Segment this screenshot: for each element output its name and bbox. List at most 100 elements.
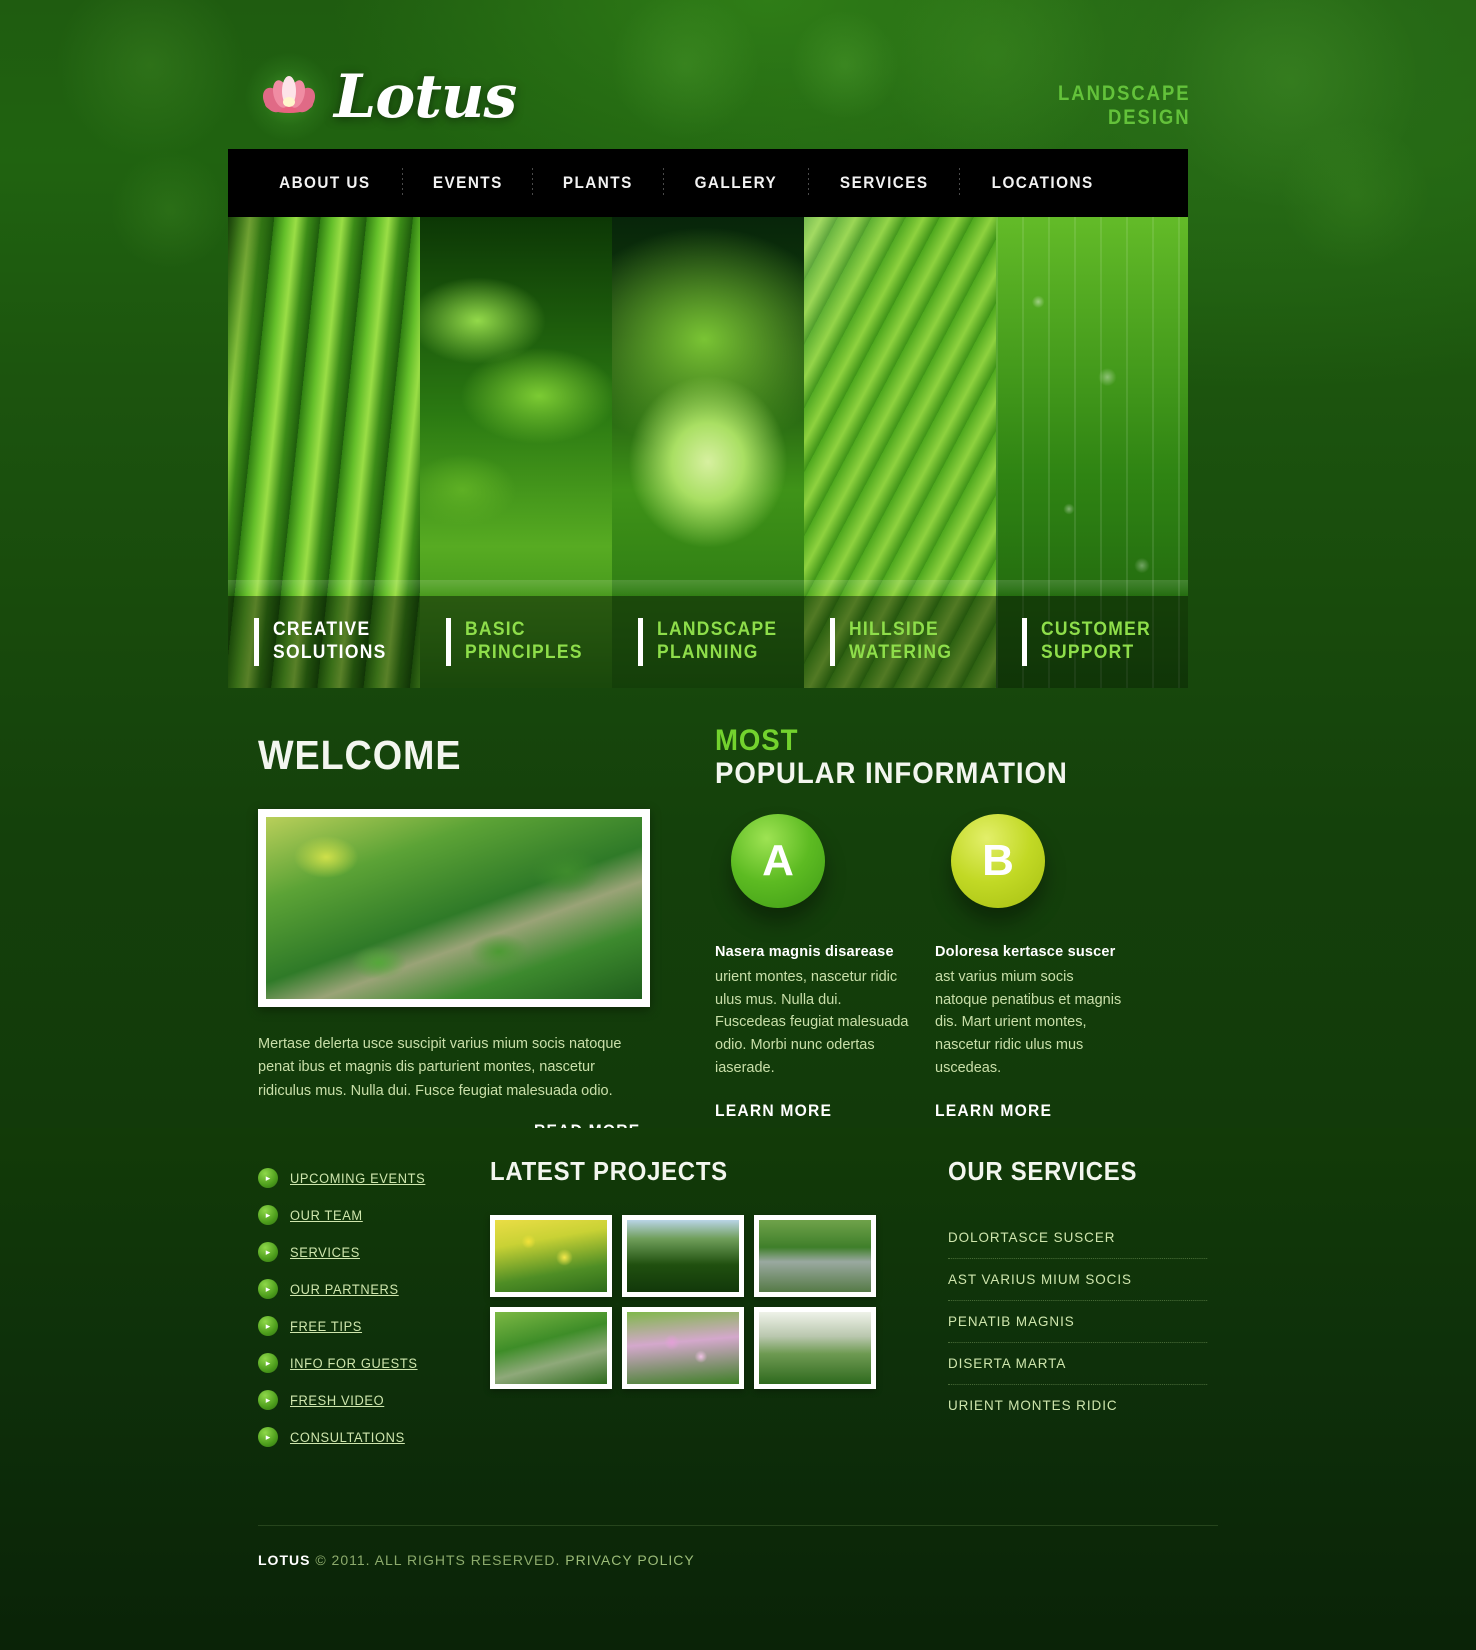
project-thumb-pond-garden[interactable] (490, 1307, 612, 1389)
caption-line-1: CREATIVE (273, 619, 371, 640)
arrow-right-icon: ▸ (258, 1168, 278, 1188)
site-header: Lotus LANDSCAPE DESIGN (0, 0, 1476, 150)
arrow-right-icon: ▸ (258, 1316, 278, 1336)
latest-projects-section: LATEST PROJECTS (490, 1156, 910, 1389)
services-list: DOLORTASCE SUSCER AST VARIUS MIUM SOCIS … (948, 1217, 1218, 1426)
slide-customer-support[interactable]: CUSTOMER SUPPORT (996, 217, 1188, 688)
footer-link-label: OUR PARTNERS (290, 1281, 399, 1297)
nav-item-plants[interactable]: PLANTS (540, 173, 657, 193)
badge-b[interactable]: B (951, 814, 1045, 909)
caption-line-1: CUSTOMER (1041, 619, 1152, 640)
nav-item-services[interactable]: SERVICES (816, 173, 951, 193)
project-thumb-park-landscape[interactable] (622, 1215, 744, 1297)
lotus-flower-icon (244, 52, 334, 142)
copyright-bar: LOTUS © 2011. ALL RIGHTS RESERVED. PRIVA… (258, 1525, 1218, 1568)
slide-landscape-planning[interactable]: LANDSCAPE PLANNING (612, 217, 804, 688)
caption-line-1: HILLSIDE (849, 619, 939, 640)
our-services-heading: OUR SERVICES (948, 1156, 1138, 1186)
service-item-dolortasce-suscer[interactable]: DOLORTASCE SUSCER (948, 1217, 1208, 1259)
nav-item-events[interactable]: EVENTS (409, 173, 526, 193)
footer-link-label: OUR TEAM (290, 1207, 363, 1223)
service-item-ast-varius-mium-socis[interactable]: AST VARIUS MIUM SOCIS (948, 1259, 1208, 1301)
column-a-title: Nasera magnis disarease (715, 944, 894, 961)
footer-link-fresh-video[interactable]: ▸ FRESH VIDEO (258, 1390, 458, 1410)
thumbnail-image (495, 1220, 607, 1292)
arrow-right-icon: ▸ (258, 1427, 278, 1447)
footer-quick-links: ▸ UPCOMING EVENTS ▸ OUR TEAM ▸ SERVICES … (258, 1168, 458, 1464)
nav-separator (807, 168, 809, 198)
service-item-penatib-magnis[interactable]: PENATIB MAGNIS (948, 1301, 1208, 1343)
tagline-line-2: DESIGN (1107, 105, 1190, 129)
learn-more-link-b[interactable]: LEARN MORE (935, 1101, 1052, 1121)
site-tagline: LANDSCAPE DESIGN (1058, 82, 1190, 129)
nav-item-locations[interactable]: LOCATIONS (968, 173, 1117, 193)
caption-bar-icon (1022, 618, 1027, 666)
thumbnail-image (495, 1312, 607, 1384)
welcome-section: WELCOME Mertase delerta usce suscipit va… (258, 732, 678, 1141)
learn-more-link-a[interactable]: LEARN MORE (715, 1101, 832, 1121)
slide-creative-solutions[interactable]: CREATIVE SOLUTIONS (228, 217, 420, 688)
latest-projects-heading: LATEST PROJECTS (490, 1156, 728, 1186)
logo-text: Lotus (334, 62, 517, 132)
main-content: WELCOME Mertase delerta usce suscipit va… (0, 700, 1476, 1140)
service-item-diserta-marta[interactable]: DISERTA MARTA (948, 1343, 1208, 1385)
project-thumb-tree-column[interactable] (754, 1307, 876, 1389)
logo[interactable]: Lotus (244, 52, 517, 142)
footer-link-label: FRESH VIDEO (290, 1392, 385, 1408)
slide-caption: CUSTOMER SUPPORT (1022, 618, 1161, 666)
slide-caption: LANDSCAPE PLANNING (638, 618, 788, 666)
arrow-right-icon: ▸ (258, 1205, 278, 1225)
nav-item-gallery[interactable]: GALLERY (671, 173, 800, 193)
footer-link-info-for-guests[interactable]: ▸ INFO FOR GUESTS (258, 1353, 458, 1373)
footer-link-label: INFO FOR GUESTS (290, 1355, 418, 1371)
caption-line-2: PLANNING (657, 642, 759, 664)
caption-line-1: BASIC (465, 619, 526, 640)
welcome-heading: WELCOME (258, 732, 462, 778)
footer-link-free-tips[interactable]: ▸ FREE TIPS (258, 1316, 458, 1336)
welcome-photo-frame[interactable] (258, 809, 650, 1007)
slide-caption: BASIC PRINCIPLES (446, 618, 593, 666)
badge-a[interactable]: A (731, 814, 825, 909)
slide-basic-principles[interactable]: BASIC PRINCIPLES (420, 217, 612, 688)
slide-caption: CREATIVE SOLUTIONS (254, 618, 396, 666)
nav-separator (532, 168, 534, 198)
footer-link-upcoming-events[interactable]: ▸ UPCOMING EVENTS (258, 1168, 458, 1188)
popular-column-a: A Nasera magnis disarease urient montes,… (715, 814, 909, 1121)
caption-bar-icon (254, 618, 259, 666)
thumbnail-image (627, 1312, 739, 1384)
caption-bar-icon (830, 618, 835, 666)
footer-link-consultations[interactable]: ▸ CONSULTATIONS (258, 1427, 458, 1447)
column-b-title: Doloresa kertasce suscer (935, 944, 1116, 961)
footer-link-our-team[interactable]: ▸ OUR TEAM (258, 1205, 458, 1225)
site-footer: ▸ UPCOMING EVENTS ▸ OUR TEAM ▸ SERVICES … (0, 1128, 1476, 1650)
page-root: Lotus LANDSCAPE DESIGN ABOUT US EVENTS P… (0, 0, 1476, 1650)
nav-item-about-us[interactable]: ABOUT US (256, 173, 394, 193)
column-a-body: urient montes, nascetur ridic ulus mus. … (715, 969, 909, 1076)
our-services-section: OUR SERVICES DOLORTASCE SUSCER AST VARIU… (948, 1156, 1218, 1426)
copyright-brand: LOTUS (258, 1552, 311, 1568)
project-thumb-flower-bed[interactable] (622, 1307, 744, 1389)
popular-information-section: MOST POPULAR INFORMATION A Nasera magnis… (715, 724, 1145, 1121)
caption-line-2: SUPPORT (1041, 642, 1135, 664)
arrow-right-icon: ▸ (258, 1353, 278, 1373)
footer-link-our-partners[interactable]: ▸ OUR PARTNERS (258, 1279, 458, 1299)
arrow-right-icon: ▸ (258, 1390, 278, 1410)
caption-line-2: PRINCIPLES (465, 642, 583, 664)
nav-separator (401, 168, 403, 198)
popular-heading-top: MOST (715, 724, 799, 757)
project-thumb-stone-bridge[interactable] (754, 1215, 876, 1297)
copyright-text: © 2011. ALL RIGHTS RESERVED. (315, 1552, 561, 1568)
service-item-urient-montes-ridic[interactable]: URIENT MONTES RIDIC (948, 1385, 1207, 1426)
project-thumb-yellow-tulips[interactable] (490, 1215, 612, 1297)
main-navigation[interactable]: ABOUT US EVENTS PLANTS GALLERY SERVICES … (228, 149, 1188, 217)
footer-link-services[interactable]: ▸ SERVICES (258, 1242, 458, 1262)
caption-line-1: LANDSCAPE (657, 619, 778, 640)
popular-heading-bottom: POPULAR INFORMATION (715, 756, 1068, 790)
welcome-body-text: Mertase delerta usce suscipit varius miu… (258, 1036, 622, 1099)
nav-separator (662, 168, 664, 198)
hero-slider[interactable]: CREATIVE SOLUTIONS BASIC PRINCIPLES LAND… (228, 217, 1188, 688)
column-b-body: ast varius mium socis natoque penatibus … (935, 969, 1122, 1076)
caption-bar-icon (638, 618, 643, 666)
slide-hillside-watering[interactable]: HILLSIDE WATERING (804, 217, 996, 688)
privacy-policy-link[interactable]: PRIVACY POLICY (565, 1552, 694, 1568)
